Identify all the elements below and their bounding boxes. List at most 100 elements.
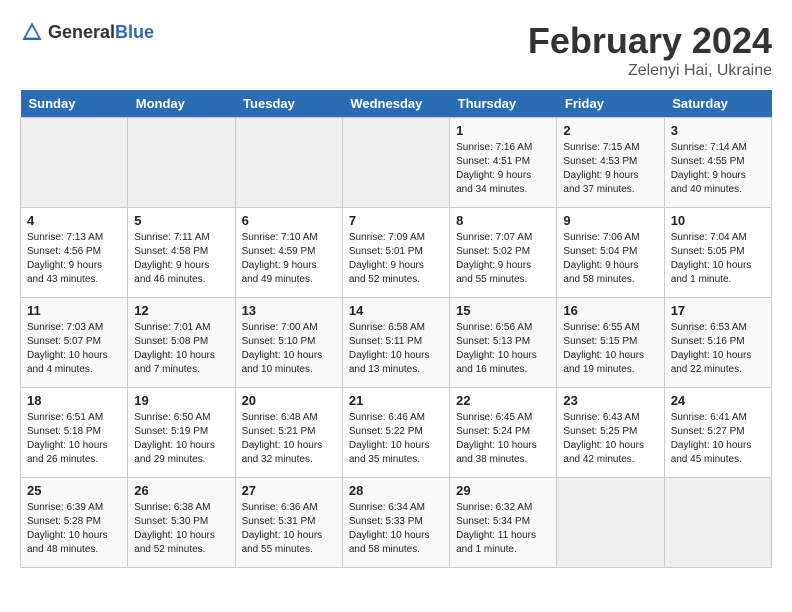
calendar-cell: [128, 118, 235, 208]
day-number: 23: [563, 393, 657, 408]
logo-general: General: [48, 22, 115, 42]
month-title: February 2024: [528, 20, 772, 62]
calendar-cell: 21 Sunrise: 6:46 AMSunset: 5:22 PMDayligh…: [342, 388, 449, 478]
logo-blue: Blue: [115, 22, 154, 42]
cell-content: Sunrise: 7:10 AMSunset: 4:59 PMDaylight:…: [242, 231, 336, 287]
cell-content: Sunrise: 6:58 AMSunset: 5:11 PMDaylight:…: [349, 321, 443, 377]
cell-content: Sunrise: 6:50 AMSunset: 5:19 PMDaylight:…: [134, 411, 228, 467]
day-number: 22: [456, 393, 550, 408]
calendar-table: SundayMondayTuesdayWednesdayThursdayFrid…: [20, 90, 772, 568]
cell-content: Sunrise: 6:43 AMSunset: 5:25 PMDaylight:…: [563, 411, 657, 467]
calendar-cell: [21, 118, 128, 208]
calendar-cell: 14 Sunrise: 6:58 AMSunset: 5:11 PMDayligh…: [342, 298, 449, 388]
cell-content: Sunrise: 7:09 AMSunset: 5:01 PMDaylight:…: [349, 231, 443, 287]
cell-content: Sunrise: 7:06 AMSunset: 5:04 PMDaylight:…: [563, 231, 657, 287]
location-subtitle: Zelenyi Hai, Ukraine: [528, 62, 772, 80]
calendar-cell: 3Sunrise: 7:14 AMSunset: 4:55 PMDaylight…: [664, 118, 771, 208]
cell-content: Sunrise: 6:46 AMSunset: 5:22 PMDaylight:…: [349, 411, 443, 467]
day-number: 18: [27, 393, 121, 408]
cell-content: Sunrise: 7:01 AMSunset: 5:08 PMDaylight:…: [134, 321, 228, 377]
cell-content: Sunrise: 7:15 AMSunset: 4:53 PMDaylight:…: [563, 141, 657, 197]
day-number: 16: [563, 303, 657, 318]
week-row-5: 25 Sunrise: 6:39 AMSunset: 5:28 PMDayligh…: [21, 478, 772, 568]
cell-content: Sunrise: 6:56 AMSunset: 5:13 PMDaylight:…: [456, 321, 550, 377]
day-number: 4: [27, 213, 121, 228]
day-number: 11: [27, 303, 121, 318]
calendar-cell: 18 Sunrise: 6:51 AMSunset: 5:18 PMDayligh…: [21, 388, 128, 478]
cell-content: Sunrise: 7:13 AMSunset: 4:56 PMDaylight:…: [27, 231, 121, 287]
logo-text: GeneralBlue: [48, 22, 154, 43]
calendar-header-row: SundayMondayTuesdayWednesdayThursdayFrid…: [21, 90, 772, 118]
calendar-cell: 16 Sunrise: 6:55 AMSunset: 5:15 PMDayligh…: [557, 298, 664, 388]
day-number: 28: [349, 483, 443, 498]
cell-content: Sunrise: 6:45 AMSunset: 5:24 PMDaylight:…: [456, 411, 550, 467]
cell-content: Sunrise: 6:41 AMSunset: 5:27 PMDaylight:…: [671, 411, 765, 467]
calendar-cell: 2 Sunrise: 7:15 AMSunset: 4:53 PMDaylight…: [557, 118, 664, 208]
day-number: 2: [563, 123, 657, 138]
header-friday: Friday: [557, 90, 664, 118]
cell-content: Sunrise: 6:32 AMSunset: 5:34 PMDaylight:…: [456, 501, 550, 557]
calendar-cell: 19 Sunrise: 6:50 AMSunset: 5:19 PMDayligh…: [128, 388, 235, 478]
calendar-cell: 26Sunrise: 6:38 AMSunset: 5:30 PMDayligh…: [128, 478, 235, 568]
day-number: 15: [456, 303, 550, 318]
day-number: 24: [671, 393, 765, 408]
day-number: 3: [671, 123, 765, 138]
day-number: 6: [242, 213, 336, 228]
cell-content: Sunrise: 6:53 AMSunset: 5:16 PMDaylight:…: [671, 321, 765, 377]
week-row-2: 4 Sunrise: 7:13 AMSunset: 4:56 PMDaylight…: [21, 208, 772, 298]
calendar-cell: 12 Sunrise: 7:01 AMSunset: 5:08 PMDayligh…: [128, 298, 235, 388]
cell-content: Sunrise: 6:55 AMSunset: 5:15 PMDaylight:…: [563, 321, 657, 377]
header-sunday: Sunday: [21, 90, 128, 118]
calendar-cell: [557, 478, 664, 568]
calendar-cell: 20 Sunrise: 6:48 AMSunset: 5:21 PMDayligh…: [235, 388, 342, 478]
day-number: 19: [134, 393, 228, 408]
calendar-cell: 5Sunrise: 7:11 AMSunset: 4:58 PMDaylight…: [128, 208, 235, 298]
header-saturday: Saturday: [664, 90, 771, 118]
calendar-cell: 10 Sunrise: 7:04 AMSunset: 5:05 PMDayligh…: [664, 208, 771, 298]
day-number: 10: [671, 213, 765, 228]
calendar-cell: [342, 118, 449, 208]
cell-content: Sunrise: 7:16 AMSunset: 4:51 PMDaylight:…: [456, 141, 550, 197]
cell-content: Sunrise: 6:39 AMSunset: 5:28 PMDaylight:…: [27, 501, 121, 557]
logo: GeneralBlue: [20, 20, 154, 44]
day-number: 7: [349, 213, 443, 228]
calendar-cell: [664, 478, 771, 568]
calendar-cell: 1Sunrise: 7:16 AMSunset: 4:51 PMDaylight…: [450, 118, 557, 208]
cell-content: Sunrise: 6:38 AMSunset: 5:30 PMDaylight:…: [134, 501, 228, 557]
week-row-4: 18 Sunrise: 6:51 AMSunset: 5:18 PMDayligh…: [21, 388, 772, 478]
header-wednesday: Wednesday: [342, 90, 449, 118]
day-number: 9: [563, 213, 657, 228]
day-number: 13: [242, 303, 336, 318]
calendar-cell: 25 Sunrise: 6:39 AMSunset: 5:28 PMDayligh…: [21, 478, 128, 568]
header-tuesday: Tuesday: [235, 90, 342, 118]
day-number: 27: [242, 483, 336, 498]
calendar-cell: 6 Sunrise: 7:10 AMSunset: 4:59 PMDaylight…: [235, 208, 342, 298]
calendar-cell: 27Sunrise: 6:36 AMSunset: 5:31 PMDayligh…: [235, 478, 342, 568]
cell-content: Sunrise: 7:04 AMSunset: 5:05 PMDaylight:…: [671, 231, 765, 287]
calendar-cell: 22 Sunrise: 6:45 AMSunset: 5:24 PMDayligh…: [450, 388, 557, 478]
calendar-cell: 4 Sunrise: 7:13 AMSunset: 4:56 PMDaylight…: [21, 208, 128, 298]
calendar-cell: 9 Sunrise: 7:06 AMSunset: 5:04 PMDaylight…: [557, 208, 664, 298]
cell-content: Sunrise: 6:48 AMSunset: 5:21 PMDaylight:…: [242, 411, 336, 467]
day-number: 29: [456, 483, 550, 498]
calendar-cell: 23 Sunrise: 6:43 AMSunset: 5:25 PMDayligh…: [557, 388, 664, 478]
title-section: February 2024 Zelenyi Hai, Ukraine: [528, 20, 772, 80]
day-number: 12: [134, 303, 228, 318]
logo-icon: [20, 20, 44, 44]
calendar-cell: 17 Sunrise: 6:53 AMSunset: 5:16 PMDayligh…: [664, 298, 771, 388]
day-number: 20: [242, 393, 336, 408]
header-monday: Monday: [128, 90, 235, 118]
day-number: 17: [671, 303, 765, 318]
day-number: 14: [349, 303, 443, 318]
cell-content: Sunrise: 7:00 AMSunset: 5:10 PMDaylight:…: [242, 321, 336, 377]
cell-content: Sunrise: 7:03 AMSunset: 5:07 PMDaylight:…: [27, 321, 121, 377]
calendar-cell: 24 Sunrise: 6:41 AMSunset: 5:27 PMDayligh…: [664, 388, 771, 478]
day-number: 8: [456, 213, 550, 228]
calendar-cell: 11 Sunrise: 7:03 AMSunset: 5:07 PMDayligh…: [21, 298, 128, 388]
cell-content: Sunrise: 6:51 AMSunset: 5:18 PMDaylight:…: [27, 411, 121, 467]
day-number: 21: [349, 393, 443, 408]
calendar-cell: 29 Sunrise: 6:32 AMSunset: 5:34 PMDayligh…: [450, 478, 557, 568]
calendar-cell: 7 Sunrise: 7:09 AMSunset: 5:01 PMDaylight…: [342, 208, 449, 298]
week-row-3: 11 Sunrise: 7:03 AMSunset: 5:07 PMDayligh…: [21, 298, 772, 388]
day-number: 25: [27, 483, 121, 498]
